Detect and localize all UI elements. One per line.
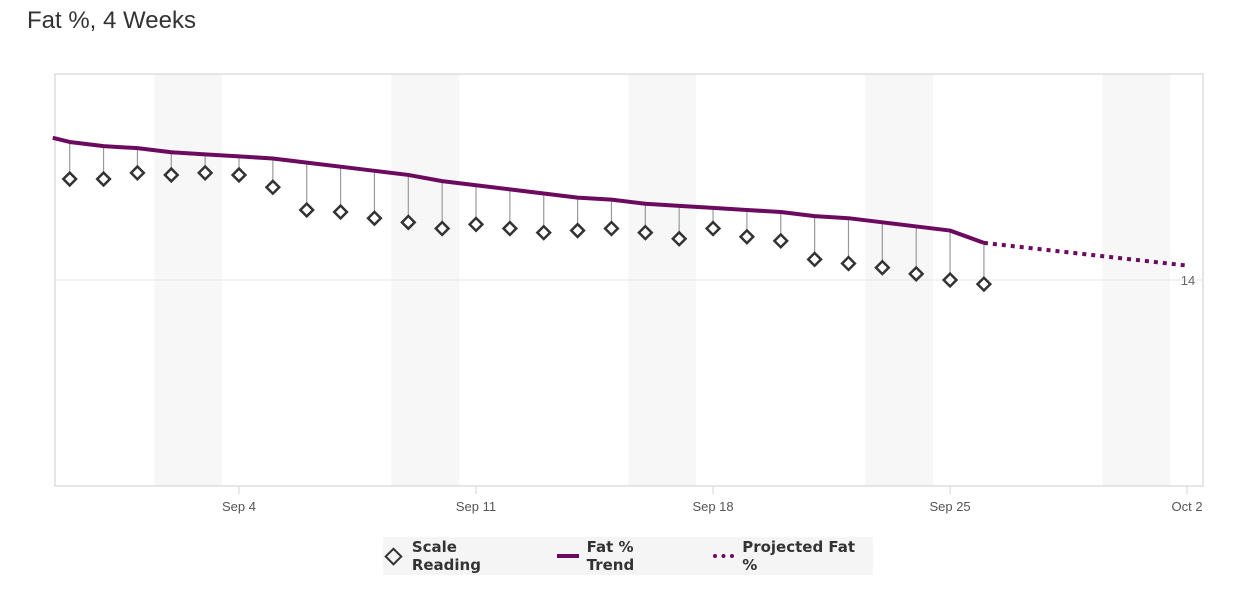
diamond-marker-icon (384, 546, 403, 566)
scale-reading-point (806, 251, 823, 268)
scale-reading-point (772, 232, 789, 249)
scale-reading-point (501, 220, 519, 237)
scale-reading-point (332, 203, 349, 221)
legend-item-projected-fat[interactable]: Projected Fat % (712, 538, 873, 574)
legend-item-scale-reading[interactable]: Scale Reading (383, 538, 529, 574)
legend-label: Projected Fat % (742, 538, 856, 574)
legend: Scale Reading Fat % Trend Projected Fat … (383, 537, 873, 575)
x-tick-label: Sep 18 (692, 499, 733, 514)
scale-reading-point (603, 220, 620, 237)
x-tick-label: Sep 25 (929, 499, 970, 514)
x-tick-label: Oct 2 (1172, 499, 1203, 514)
scale-reading-point (95, 170, 112, 188)
x-tick-label: Sep 11 (456, 499, 496, 514)
chart-plot: 14 Sep 4 Sep 11 Sep 18 Sep 25 Oct 2 (52, 73, 1204, 514)
scale-reading-point (704, 220, 722, 237)
scale-reading-point (230, 166, 248, 184)
scale-reading-point (569, 222, 586, 239)
y-tick-label: 14 (1181, 273, 1195, 288)
scale-reading-point (129, 164, 146, 182)
scale-reading-point (366, 210, 383, 227)
scale-reading-point (840, 255, 857, 272)
legend-label: Fat % Trend (586, 538, 635, 574)
x-tick-label: Sep 4 (222, 499, 256, 514)
scale-reading-point (535, 224, 552, 241)
scale-reading-point (941, 271, 959, 289)
scale-reading-point (264, 179, 281, 196)
legend-item-fat-trend[interactable]: Fat % Trend (557, 538, 685, 574)
scale-reading-point (61, 170, 78, 188)
chart-container: Fat %, 4 Weeks 14 Sep 4 Sep 11 Sep 18 Sep 25… (0, 0, 1240, 592)
scale-reading-point (467, 216, 485, 233)
dotted-line-icon (712, 554, 735, 558)
scale-reading-point (298, 201, 315, 219)
legend-label: Scale Reading (411, 538, 481, 574)
solid-line-icon (557, 554, 579, 558)
scale-reading-point (738, 228, 756, 245)
